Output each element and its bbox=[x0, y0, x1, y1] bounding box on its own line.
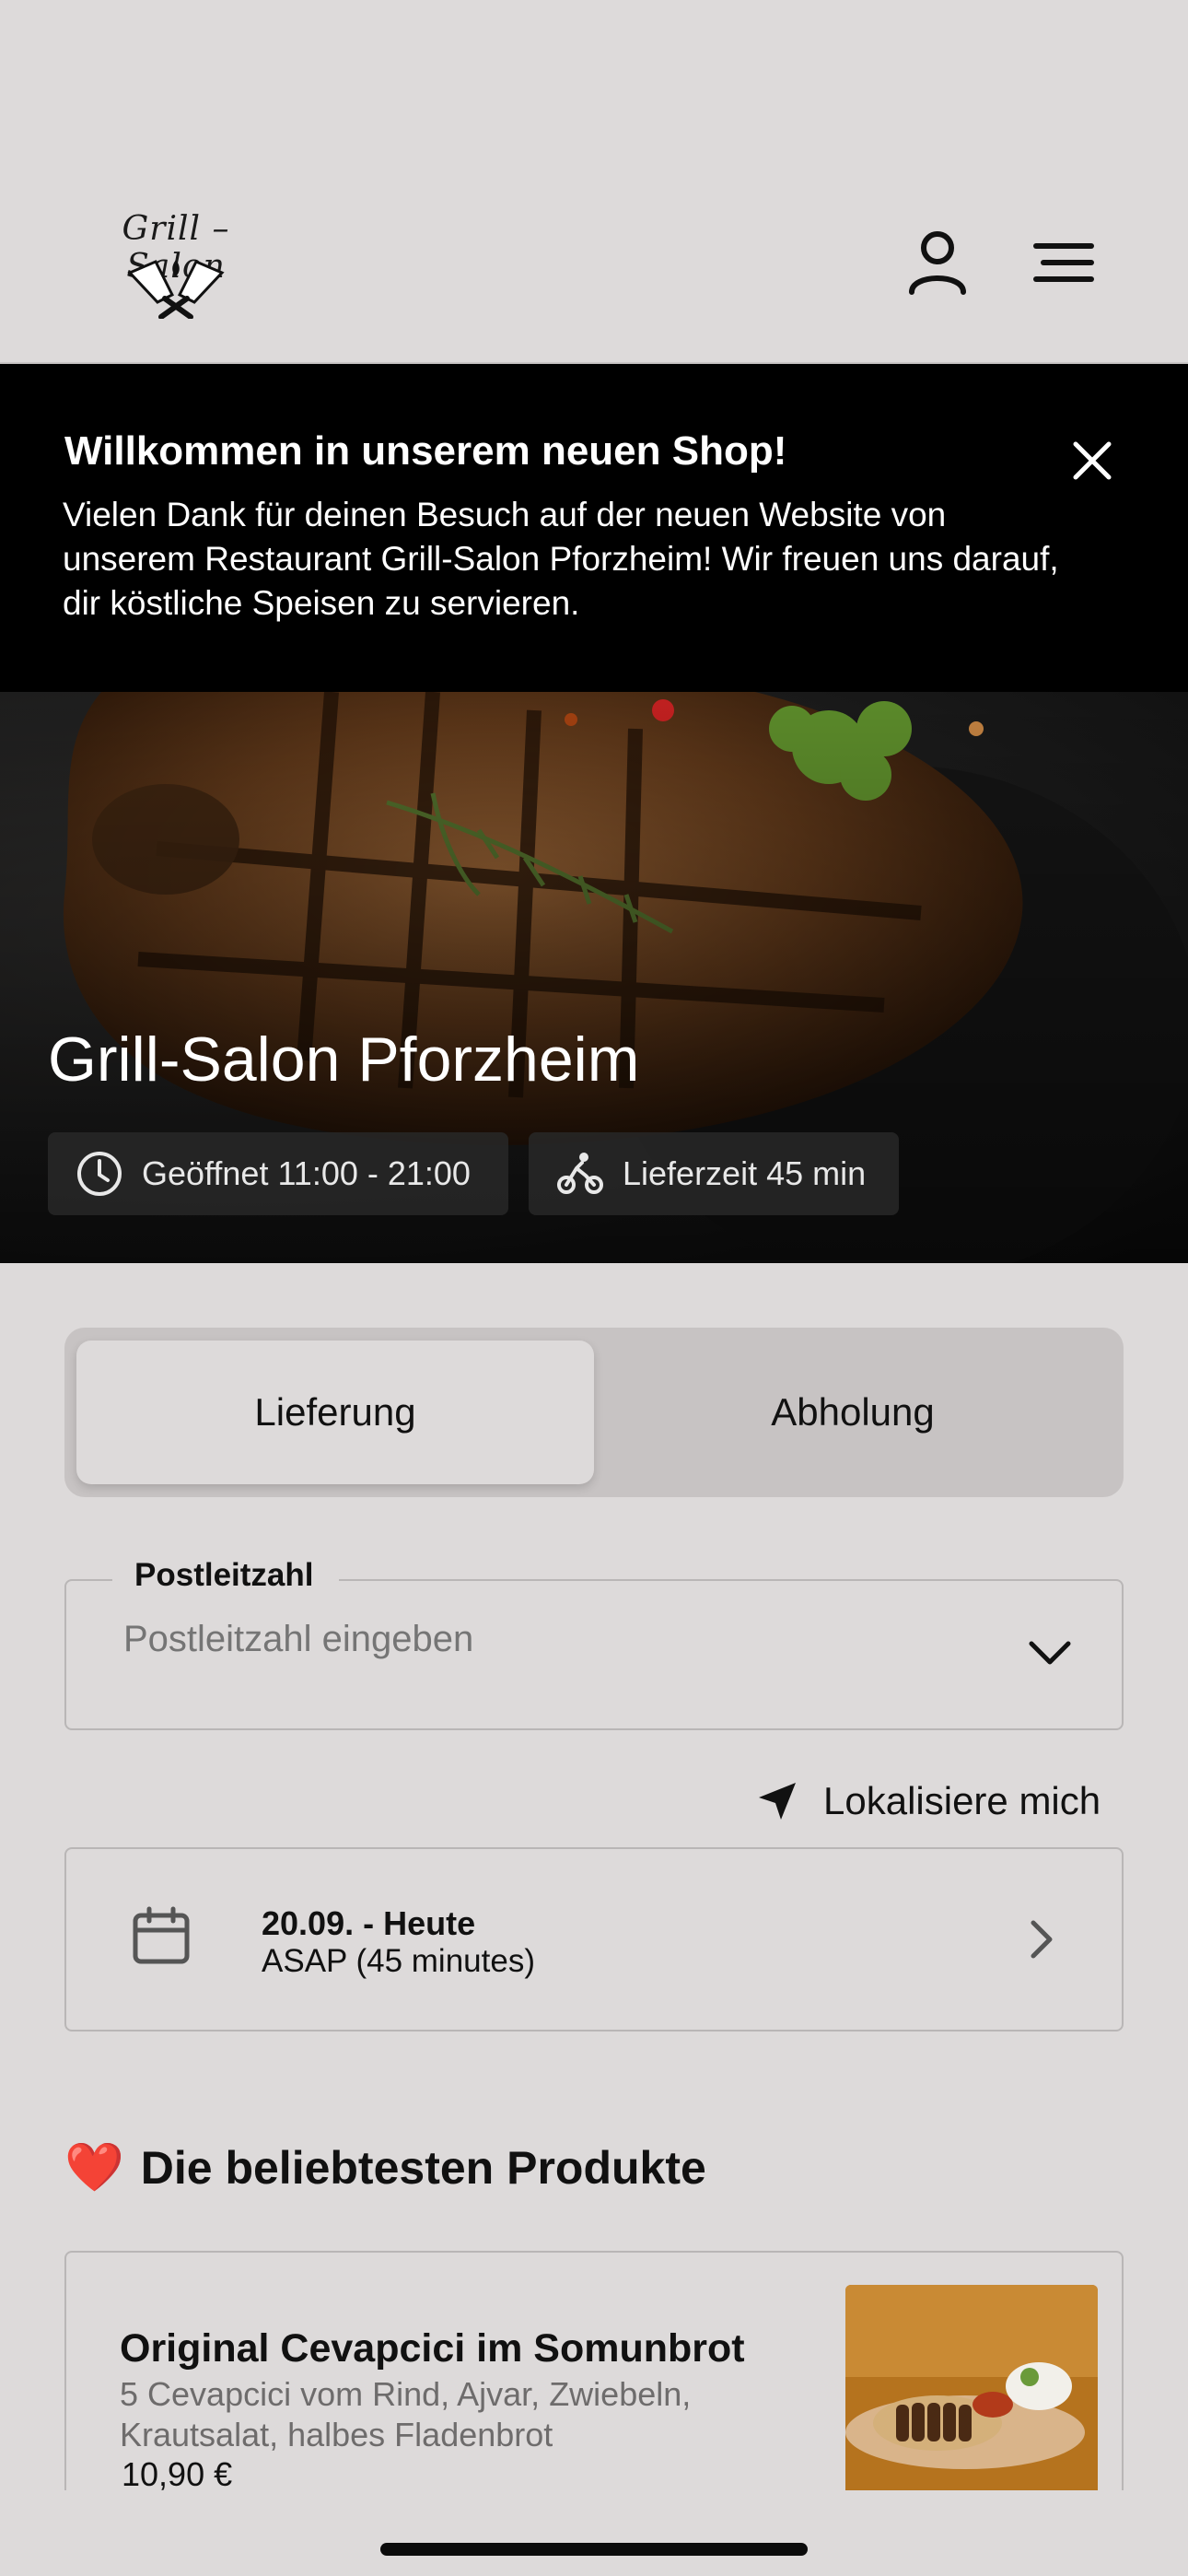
grill-salon-logo[interactable]: Grill – Salon bbox=[88, 210, 263, 321]
chevron-down-icon[interactable] bbox=[1024, 1627, 1076, 1679]
locate-me-button[interactable]: Lokalisiere mich bbox=[755, 1774, 1101, 1829]
locate-me-label: Lokalisiere mich bbox=[823, 1779, 1101, 1822]
welcome-banner: Willkommen in unserem neuen Shop! Vielen… bbox=[0, 364, 1188, 692]
opening-hours-text: Geöffnet 11:00 - 21:00 bbox=[142, 1154, 471, 1192]
banner-text: Vielen Dank für deinen Besuch auf der ne… bbox=[63, 496, 1059, 622]
section-title-popular: ❤️ Die beliebtesten Produkte bbox=[64, 2139, 706, 2195]
clock-icon bbox=[77, 1152, 122, 1196]
delivery-time-badge: Lieferzeit 45 min bbox=[529, 1132, 899, 1215]
product-description: 5 Cevapcici vom Rind, Ajvar, Zwiebeln, K… bbox=[120, 2375, 692, 2453]
home-indicator bbox=[380, 2543, 808, 2556]
selected-date: 20.09. - Heute bbox=[262, 1904, 476, 1942]
product-card[interactable]: Original Cevapcici im Somunbrot 5 Cevapc… bbox=[64, 2251, 1124, 2490]
hamburger-menu-icon[interactable] bbox=[1027, 226, 1101, 299]
delivery-time-text: Lieferzeit 45 min bbox=[623, 1154, 867, 1192]
order-mode-toggle: Lieferung Abholung bbox=[64, 1328, 1124, 1497]
selected-time: ASAP (45 minutes) bbox=[262, 1943, 535, 1979]
restaurant-name: Grill-Salon Pforzheim bbox=[48, 1025, 640, 1095]
postcode-input[interactable] bbox=[122, 1618, 954, 1661]
opening-hours-badge: Geöffnet 11:00 - 21:00 bbox=[48, 1132, 508, 1215]
banner-title: Willkommen in unserem neuen Shop! bbox=[64, 428, 787, 474]
delivery-option-button[interactable]: Lieferung bbox=[76, 1341, 594, 1484]
user-icon[interactable] bbox=[901, 226, 974, 299]
app-header: Grill – Salon bbox=[0, 0, 1188, 364]
postcode-label: Postleitzahl bbox=[112, 1557, 340, 1594]
product-price: 10,90 € bbox=[122, 2455, 233, 2490]
bicycle-courier-icon bbox=[557, 1153, 603, 1194]
pickup-option-button[interactable]: Abholung bbox=[594, 1341, 1112, 1484]
heart-icon: ❤️ bbox=[64, 2141, 124, 2195]
crossed-cleavers-icon bbox=[127, 260, 225, 319]
section-title-text: Die beliebtesten Produkte bbox=[140, 2141, 706, 2194]
product-image[interactable] bbox=[845, 2285, 1098, 2490]
delivery-time-selector[interactable]: 20.09. - Heute ASAP (45 minutes) bbox=[64, 1847, 1124, 2032]
chevron-right-icon bbox=[1031, 1920, 1053, 1959]
location-arrow-icon bbox=[759, 1783, 796, 1820]
product-name: Original Cevapcici im Somunbrot bbox=[120, 2326, 745, 2371]
close-icon[interactable] bbox=[1065, 433, 1120, 488]
calendar-icon bbox=[133, 1906, 190, 1964]
postcode-field[interactable]: Postleitzahl bbox=[64, 1557, 1124, 1730]
hero-section: Grill-Salon Pforzheim Geöffnet 11:00 - 2… bbox=[0, 692, 1188, 1263]
